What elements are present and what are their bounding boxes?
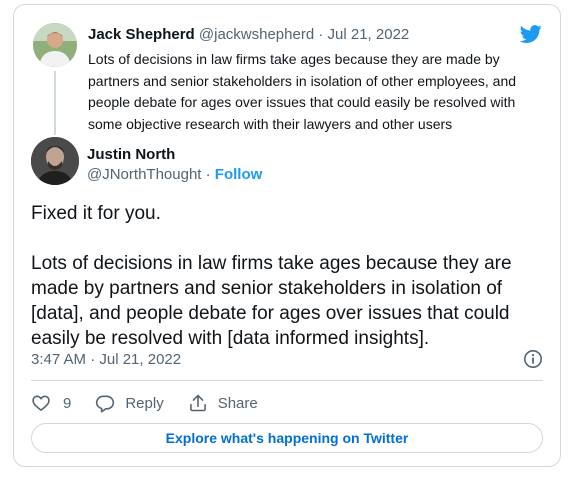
like-count: 9: [63, 394, 72, 412]
parent-author-name[interactable]: Jack Shepherd: [88, 26, 195, 43]
reply-label: Reply: [125, 394, 164, 412]
thread-connector-line: [54, 71, 56, 135]
main-text-line: Lots of decisions in law firms take ages…: [31, 253, 512, 274]
parent-separator: ·: [318, 26, 324, 43]
parent-avatar-image: [33, 23, 77, 67]
main-text-line: [data], and people debate for ages over …: [31, 303, 510, 324]
explore-twitter-button[interactable]: Explore what's happening on Twitter: [31, 423, 543, 453]
main-avatar-image: [31, 137, 79, 185]
main-text-line: Fixed it for you.: [31, 203, 161, 224]
parent-text-line: people debate for ages over issues that …: [88, 94, 516, 110]
parent-avatar[interactable]: [33, 23, 77, 67]
parent-tweet-header: Jack Shepherd @jackwshepherd · Jul 21, 2…: [88, 25, 409, 45]
twitter-bird-icon[interactable]: [519, 23, 543, 45]
actions-divider: [31, 380, 543, 381]
heart-icon: [32, 395, 50, 411]
share-button[interactable]: Share: [188, 393, 258, 413]
parent-tweet-text: Lots of decisions in law firms take ages…: [88, 49, 538, 135]
parent-text-line: partners and senior stakeholders in isol…: [88, 72, 517, 89]
tweet-actions: 9 Reply Share: [31, 391, 282, 415]
parent-date[interactable]: Jul 21, 2022: [328, 26, 410, 43]
like-button[interactable]: 9: [31, 393, 71, 413]
main-handle-row: @JNorthThought · Follow: [87, 165, 262, 185]
main-text-line: easily be resolved with [data informed i…: [31, 328, 430, 349]
parent-text-line: some objective research with their lawye…: [88, 115, 453, 132]
main-separator: ·: [205, 166, 211, 183]
embedded-tweet-card: Jack Shepherd @jackwshepherd · Jul 21, 2…: [13, 4, 561, 467]
main-text-blank-line: [31, 226, 551, 251]
share-upload-icon: [189, 394, 206, 412]
main-author-handle[interactable]: @JNorthThought: [87, 166, 201, 183]
reply-button[interactable]: Reply: [95, 393, 164, 413]
parent-author-handle[interactable]: @jackwshepherd: [199, 26, 314, 43]
main-avatar[interactable]: [31, 137, 79, 185]
main-author-name[interactable]: Justin North: [87, 145, 175, 165]
reply-bubble-icon: [96, 395, 115, 413]
follow-link[interactable]: Follow: [215, 166, 263, 183]
parent-text-line: Lots of decisions in law firms take ages…: [88, 51, 500, 67]
info-icon[interactable]: [523, 349, 543, 369]
main-text-line: made by partners and senior stakeholders…: [31, 278, 503, 299]
share-label: Share: [217, 394, 258, 412]
tweet-timestamp[interactable]: 3:47 AM · Jul 21, 2022: [31, 350, 181, 370]
main-tweet-text: Fixed it for you. Lots of decisions in l…: [31, 201, 551, 351]
